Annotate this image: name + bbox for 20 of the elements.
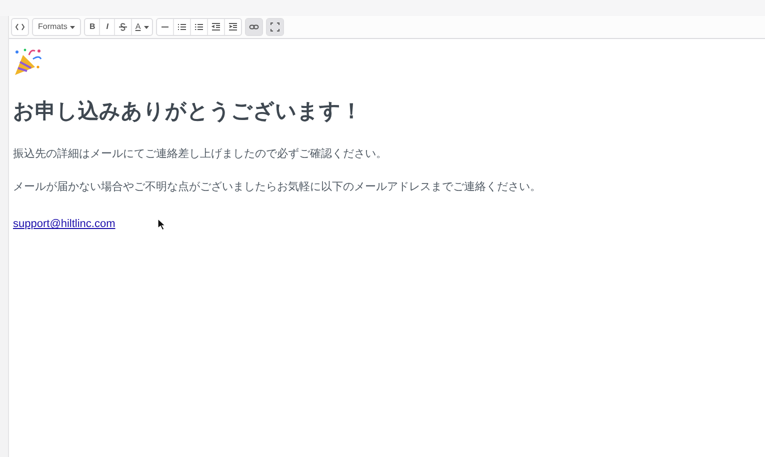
paragraph: メールが届かない場合やご不明な点がございましたらお気軽に以下のメールアドレスまでご連絡ください。 bbox=[13, 180, 542, 195]
cursor-icon bbox=[158, 219, 166, 230]
paragraph: 振込先の詳細はメールにてご連絡差し上げましたので必ずご確認ください。 bbox=[13, 146, 388, 162]
numbered-list-icon bbox=[194, 22, 204, 32]
bold-button[interactable]: B bbox=[85, 19, 100, 35]
indent-icon bbox=[228, 22, 238, 32]
outdent-icon bbox=[210, 22, 221, 32]
party-popper-icon bbox=[13, 47, 43, 77]
fullscreen-icon bbox=[270, 22, 280, 32]
caret-icon bbox=[70, 26, 76, 28]
link-icon bbox=[248, 22, 259, 32]
email-link[interactable]: support@hiltlinc.com bbox=[13, 218, 116, 230]
bullet-list-icon bbox=[176, 22, 187, 32]
formats-dropdown[interactable]: Formats bbox=[33, 19, 80, 35]
heading: お申し込みありがとうございます！ bbox=[13, 99, 363, 124]
text-color-button[interactable]: A bbox=[132, 19, 152, 35]
italic-button[interactable]: I bbox=[100, 19, 116, 35]
code-icon bbox=[15, 22, 25, 32]
strikethrough-icon bbox=[118, 22, 128, 32]
caret-icon bbox=[144, 26, 149, 28]
